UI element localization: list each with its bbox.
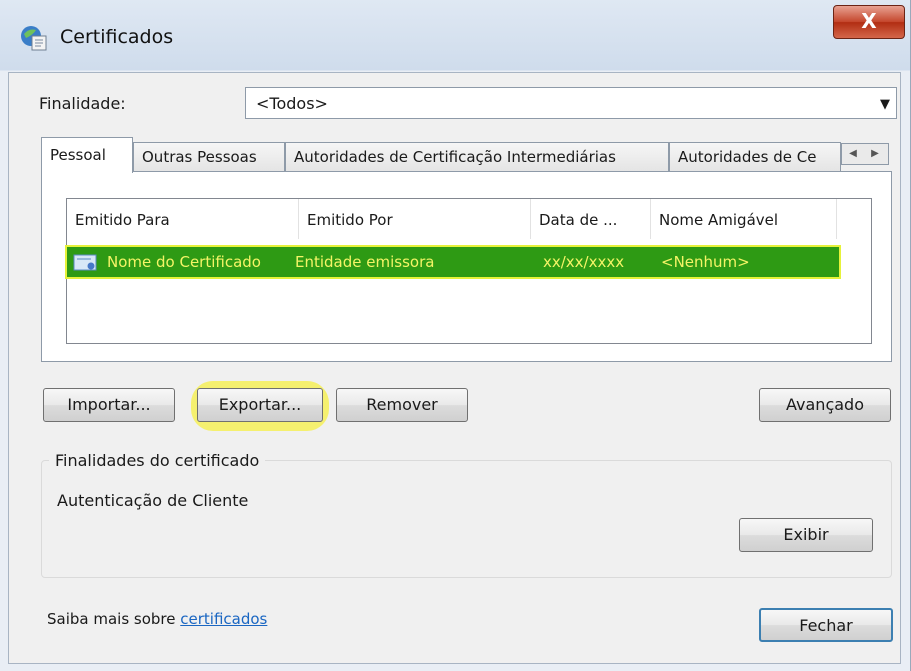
certificate-icon (73, 254, 97, 271)
purpose-dropdown[interactable]: <Todos> ▼ (245, 87, 897, 119)
tab-panel-pessoal: Emitido Para Emitido Por Data de ... Nom… (41, 171, 892, 362)
certificate-purposes-value: Autenticação de Cliente (57, 491, 249, 510)
cell-issued-by: Entidade emissora (295, 253, 435, 271)
tab-autoridades-raiz[interactable]: Autoridades de Ce (669, 142, 841, 172)
certificates-dialog: Certificados X Finalidade: <Todos> ▼ Pes… (0, 0, 911, 671)
tab-scroll-right-icon[interactable]: ▶ (864, 144, 886, 164)
column-header-issued-to[interactable]: Emitido Para (67, 199, 299, 239)
cell-date: xx/xx/xxxx (543, 253, 625, 271)
certificate-list[interactable]: Emitido Para Emitido Por Data de ... Nom… (66, 198, 872, 344)
learn-more-text: Saiba mais sobre certificados (47, 610, 267, 628)
certificate-purposes-title: Finalidades do certificado (49, 451, 266, 470)
title-bar: Certificados X (0, 0, 911, 72)
tab-scroll-buttons: ◀ ▶ (841, 143, 889, 165)
table-row[interactable]: Nome do Certificado Entidade emissora xx… (67, 247, 839, 277)
tab-pessoal[interactable]: Pessoal (41, 137, 133, 173)
close-button[interactable]: Fechar (759, 608, 893, 642)
tab-outras-pessoas[interactable]: Outras Pessoas (133, 142, 285, 172)
purpose-selected-value: <Todos> (256, 94, 328, 113)
tab-scroll-left-icon[interactable]: ◀ (842, 144, 864, 164)
advanced-button[interactable]: Avançado (759, 388, 891, 422)
cell-issued-to: Nome do Certificado (107, 253, 261, 271)
learn-more-prefix: Saiba mais sobre (47, 610, 181, 628)
cell-friendly-name: <Nenhum> (661, 253, 750, 271)
close-icon[interactable]: X (833, 5, 905, 39)
purpose-label: Finalidade: (39, 94, 126, 113)
column-header-date[interactable]: Data de ... (531, 199, 651, 239)
dialog-body: Finalidade: <Todos> ▼ Pessoal Outras Pes… (8, 72, 901, 664)
tab-strip: Pessoal Outras Pessoas Autoridades de Ce… (41, 137, 901, 173)
view-button[interactable]: Exibir (739, 518, 873, 552)
column-header-issued-by[interactable]: Emitido Por (299, 199, 531, 239)
remove-button[interactable]: Remover (336, 388, 468, 422)
certificates-link[interactable]: certificados (180, 610, 267, 628)
dropdown-arrow-icon: ▼ (880, 97, 890, 112)
tab-autoridades-intermediarias[interactable]: Autoridades de Certificação Intermediári… (285, 142, 669, 172)
window-title: Certificados (60, 26, 174, 48)
import-button[interactable]: Importar... (43, 388, 175, 422)
export-button[interactable]: Exportar... (197, 388, 323, 422)
column-header-friendly-name[interactable]: Nome Amigável (651, 199, 837, 239)
certificate-manager-icon (21, 26, 47, 51)
